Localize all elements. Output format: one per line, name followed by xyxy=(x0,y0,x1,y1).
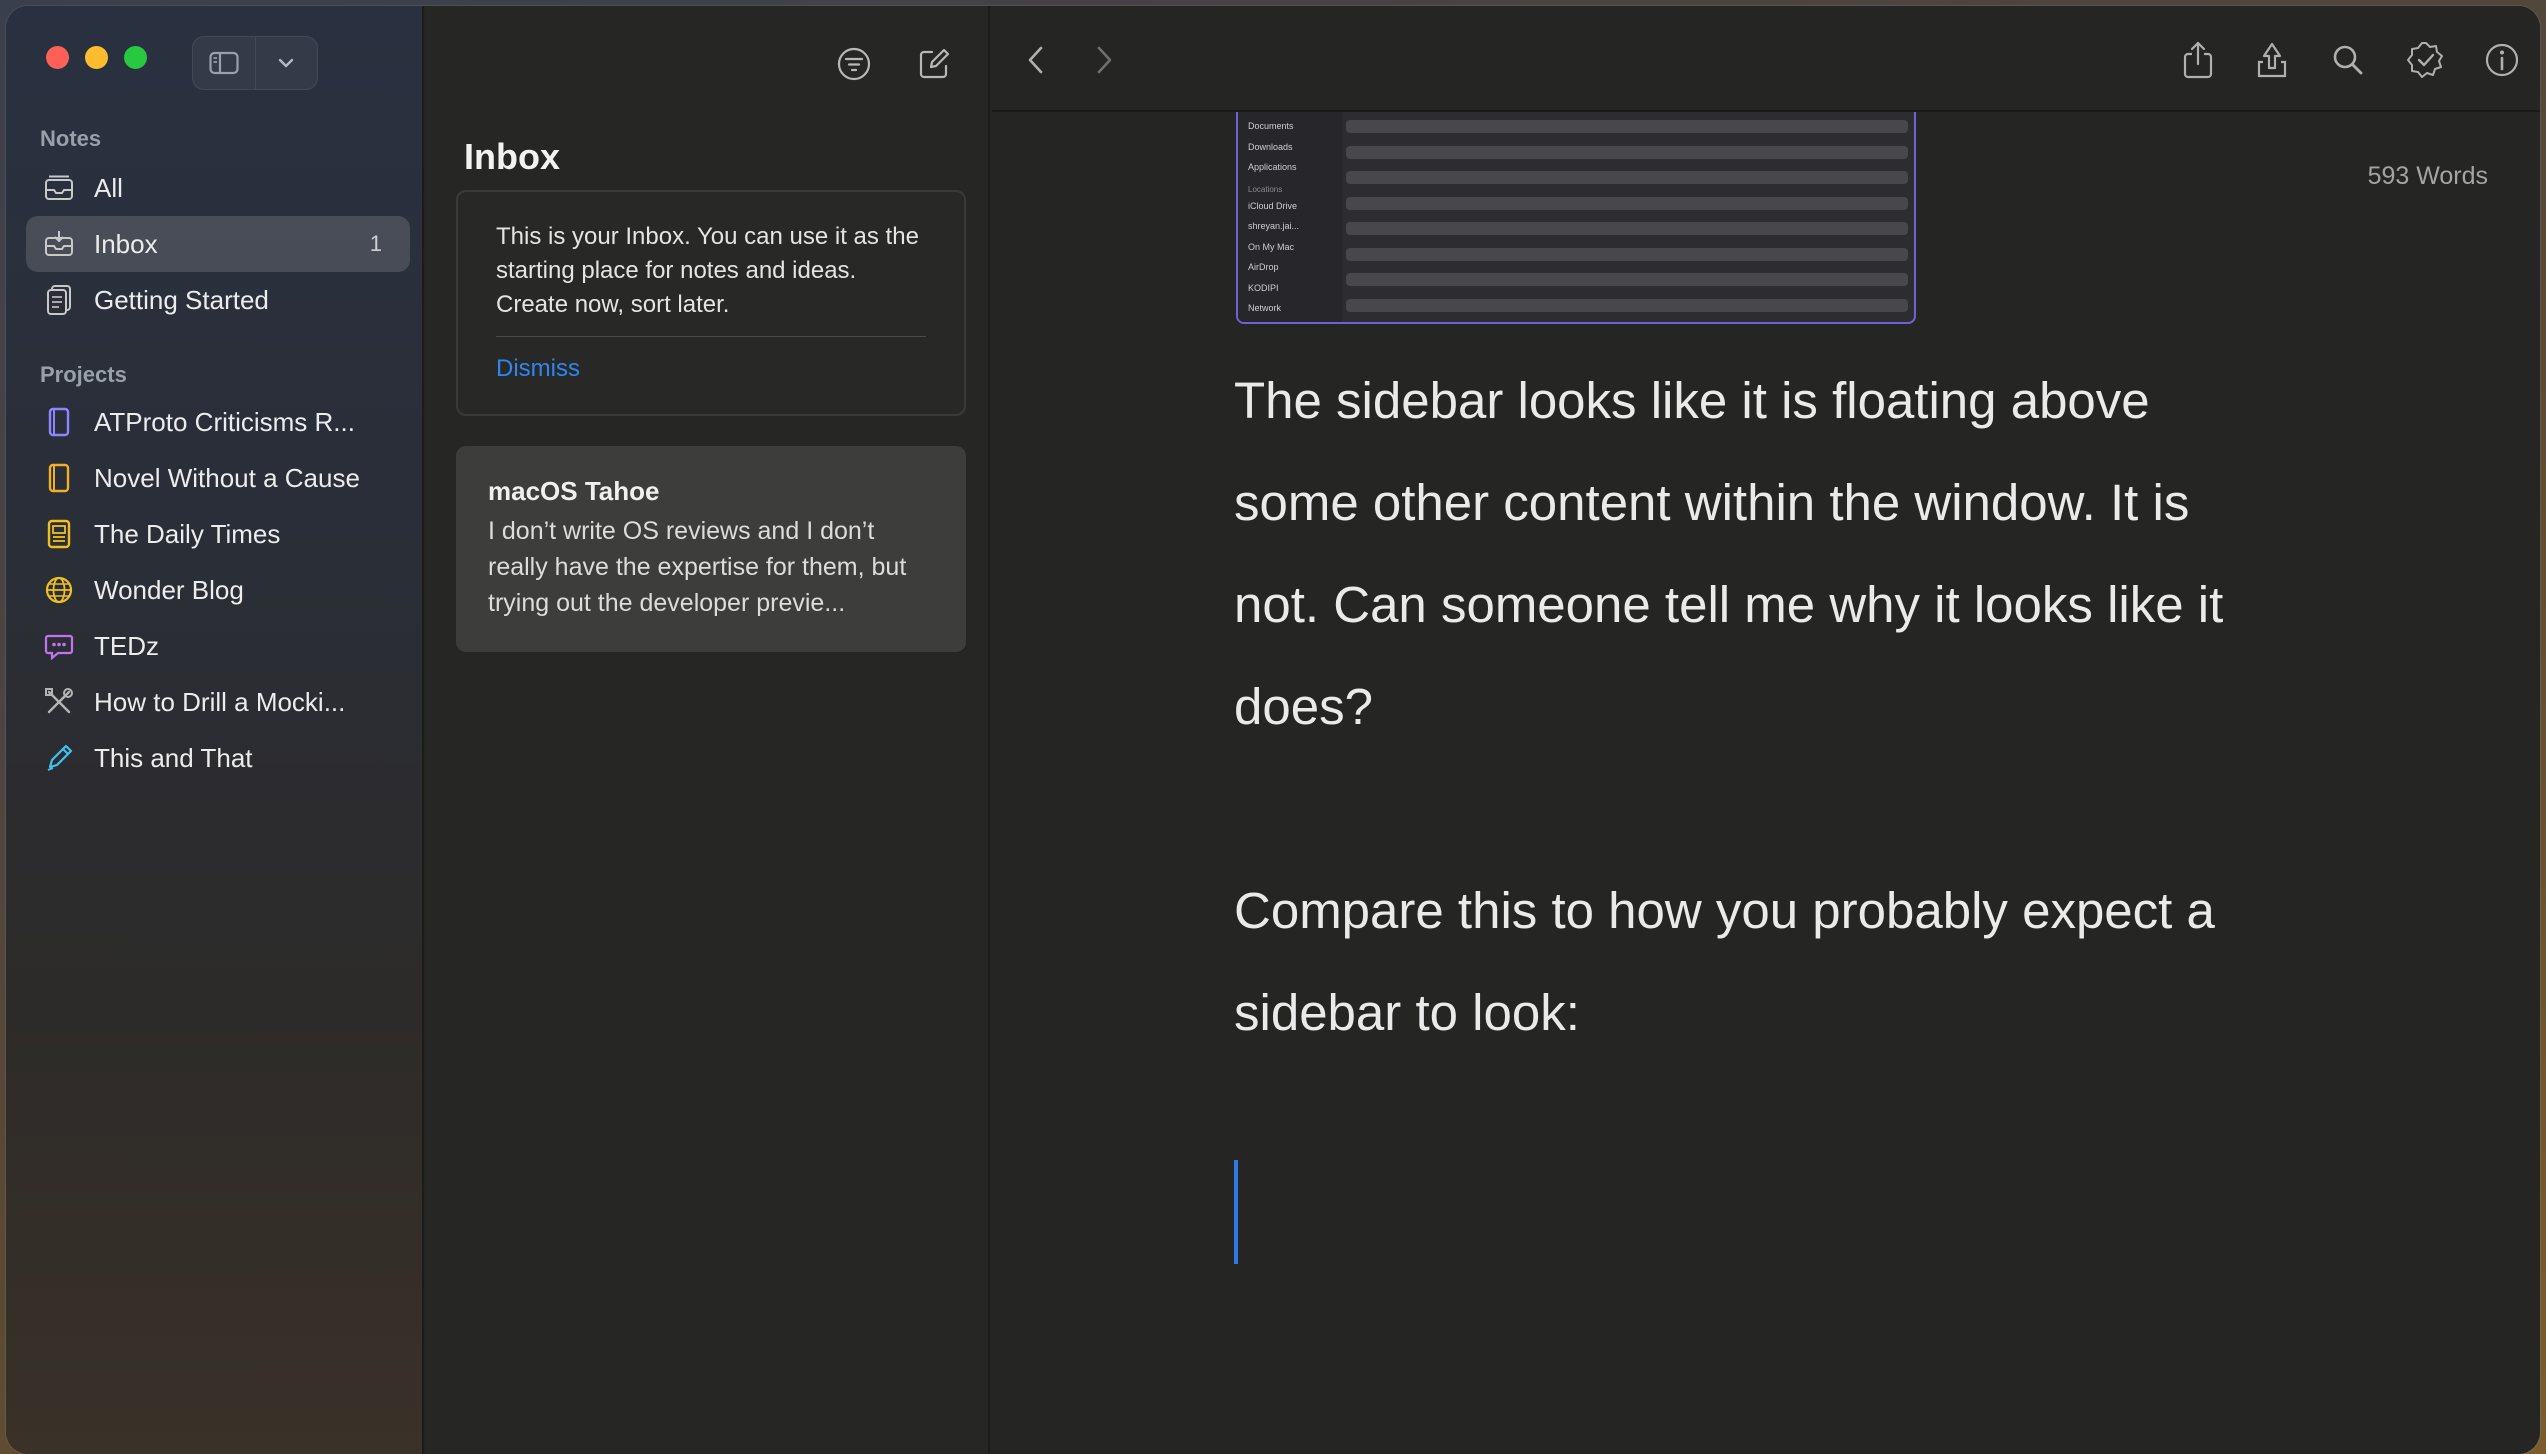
tray-stack-icon xyxy=(42,171,76,205)
sidebar-item-label: The Daily Times xyxy=(94,518,281,549)
chevron-right-icon xyxy=(1097,46,1112,74)
inbox-info-card: This is your Inbox. You can use it as th… xyxy=(456,190,966,416)
filter-icon xyxy=(837,47,871,81)
thumbnail-item: Downloads xyxy=(1248,141,1293,152)
speech-bubble-icon xyxy=(42,629,76,663)
thumbnail-section-label: Locations xyxy=(1248,184,1283,194)
thumbnail-row xyxy=(1346,120,1908,133)
app-window: Notes All Inbox 1 Getting Started Projec… xyxy=(6,6,2540,1454)
zoom-window-button[interactable] xyxy=(124,46,147,69)
editor-pane: Documents Downloads Applications Locatio… xyxy=(992,6,2540,1454)
sidebar-item-label: ATProto Criticisms R... xyxy=(94,406,355,437)
sidebar-item-label: Wonder Blog xyxy=(94,574,244,605)
inbox-count-badge: 1 xyxy=(369,231,382,256)
projects-section-label: Projects xyxy=(40,362,127,387)
info-button[interactable] xyxy=(2478,36,2526,84)
sidebar-item-label: TEDz xyxy=(94,630,159,661)
thumbnail-item: Documents xyxy=(1248,121,1294,131)
sidebar-item-the-daily-times[interactable]: The Daily Times xyxy=(26,506,410,562)
chevron-down-icon xyxy=(279,58,294,68)
sidebar-item-label: Novel Without a Cause xyxy=(94,462,360,493)
sidebar-item-novel-without-a-cause[interactable]: Novel Without a Cause xyxy=(26,450,410,506)
newspaper-icon xyxy=(42,517,76,551)
thumbnail-row xyxy=(1346,171,1908,184)
note-list-pane: Inbox This is your Inbox. You can use it… xyxy=(426,6,990,1454)
thumbnail-row xyxy=(1346,145,1908,159)
sidebar-toggle-group xyxy=(192,36,318,90)
search-icon xyxy=(2333,45,2363,75)
thumbnail-row xyxy=(1346,247,1908,261)
thumbnail-item: iCloud Drive xyxy=(1248,200,1298,211)
sidebar-item-label: All xyxy=(94,172,123,203)
book-icon xyxy=(42,405,76,439)
chevron-left-icon xyxy=(1028,46,1043,74)
back-button[interactable] xyxy=(1012,36,1060,84)
thumbnail-row xyxy=(1346,273,1908,286)
sidebar-item-label: How to Drill a Mocki... xyxy=(94,686,346,717)
sidebar-item-this-and-that[interactable]: This and That xyxy=(26,730,410,786)
sidebar-item-wonder-blog[interactable]: Wonder Blog xyxy=(26,562,410,618)
thumbnail-item: shreyan.jai... xyxy=(1248,221,1300,231)
editor-body[interactable]: The sidebar looks like it is floating ab… xyxy=(1234,350,2244,1064)
book-icon xyxy=(42,461,76,495)
publish-icon xyxy=(2257,42,2287,78)
publish-button[interactable] xyxy=(2248,36,2296,84)
thumbnail-item: Network xyxy=(1248,303,1282,313)
minimize-window-button[interactable] xyxy=(85,46,108,69)
inbox-icon xyxy=(42,227,76,261)
sidebar-toggle-button[interactable] xyxy=(193,37,255,89)
list-title: Inbox xyxy=(464,136,560,177)
share-icon xyxy=(2183,41,2213,79)
text-cursor xyxy=(1234,1160,1238,1264)
embedded-screenshot-image[interactable]: Documents Downloads Applications Locatio… xyxy=(1236,112,1916,324)
editor-paragraph: Compare this to how you probably expect … xyxy=(1234,882,2215,1041)
sidebar-menu-button[interactable] xyxy=(254,37,317,89)
editor-paragraph: The sidebar looks like it is floating ab… xyxy=(1234,372,2224,735)
notes-section-label: Notes xyxy=(40,126,102,151)
sidebar: Notes All Inbox 1 Getting Started Projec… xyxy=(6,6,424,1454)
search-button[interactable] xyxy=(2324,36,2372,84)
thumbnail-item: AirDrop xyxy=(1248,262,1279,272)
note-title: macOS Tahoe xyxy=(488,476,660,506)
thumbnail-item: Applications xyxy=(1248,162,1297,172)
badge-check-icon xyxy=(2407,42,2443,78)
sidebar-item-atproto-criticisms[interactable]: ATProto Criticisms R... xyxy=(26,394,410,450)
sidebar-icon xyxy=(209,51,239,75)
window-controls xyxy=(46,46,147,69)
close-window-button[interactable] xyxy=(46,46,69,69)
note-list-item[interactable]: macOS Tahoe I don’t write OS reviews and… xyxy=(456,446,966,652)
thumbnail-item: KODIPI xyxy=(1248,282,1279,293)
thumbnail-row xyxy=(1346,196,1908,210)
thumbnail-item: On My Mac xyxy=(1248,241,1295,252)
pencil-icon xyxy=(42,741,76,775)
new-note-button[interactable] xyxy=(912,42,956,86)
document-icon xyxy=(42,283,76,317)
editor-toolbar xyxy=(992,6,2540,112)
divider xyxy=(496,336,926,337)
note-snippet: I don’t write OS reviews and I don’t rea… xyxy=(488,517,907,617)
tools-icon xyxy=(42,685,76,719)
thumbnail-sidebar: Documents Downloads Applications Locatio… xyxy=(1238,112,1342,322)
thumbnail-file-rows xyxy=(1346,120,1908,322)
compose-icon xyxy=(919,48,950,79)
filter-button[interactable] xyxy=(832,42,876,86)
globe-icon xyxy=(42,573,76,607)
word-count[interactable]: 593 Words xyxy=(2368,162,2488,191)
sidebar-item-getting-started[interactable]: Getting Started xyxy=(26,272,410,328)
sidebar-item-tedz[interactable]: TEDz xyxy=(26,618,410,674)
goals-button[interactable] xyxy=(2402,36,2450,84)
share-button[interactable] xyxy=(2174,36,2222,84)
forward-button[interactable] xyxy=(1080,36,1128,84)
sidebar-item-label: This and That xyxy=(94,742,253,773)
dismiss-link[interactable]: Dismiss xyxy=(496,355,580,382)
sidebar-item-all[interactable]: All xyxy=(26,160,410,216)
sidebar-item-label: Inbox xyxy=(94,228,158,259)
sidebar-item-inbox[interactable]: Inbox 1 xyxy=(26,216,410,272)
info-icon xyxy=(2485,43,2519,77)
thumbnail-row xyxy=(1346,298,1908,312)
thumbnail-row xyxy=(1346,222,1908,235)
inbox-info-message: This is your Inbox. You can use it as th… xyxy=(496,223,919,318)
sidebar-item-how-to-drill[interactable]: How to Drill a Mocki... xyxy=(26,674,410,730)
sidebar-item-label: Getting Started xyxy=(94,284,269,315)
